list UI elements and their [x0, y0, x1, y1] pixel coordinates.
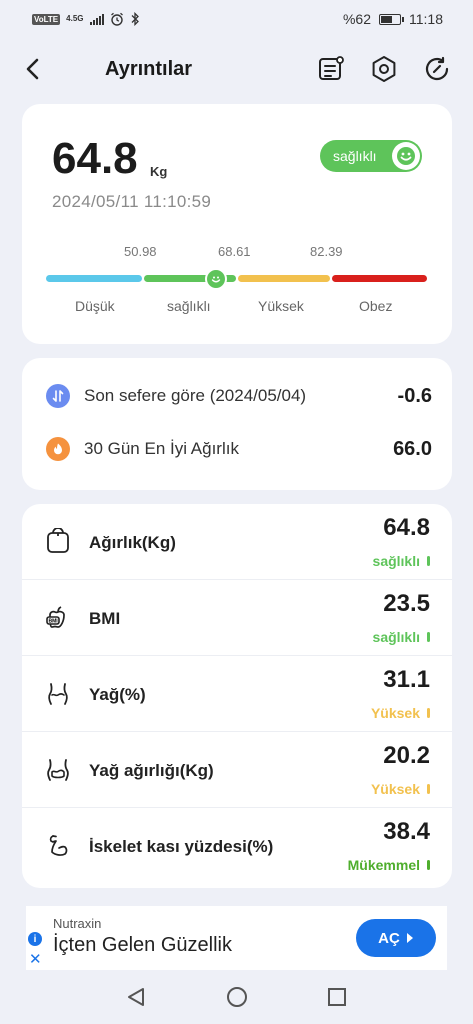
status-indicator [427, 708, 430, 718]
status-indicator [427, 860, 430, 870]
app-header: Ayrıntılar [0, 38, 473, 102]
bmi-icon: BMI [46, 606, 65, 628]
metric-label: İskelet kası yüzdesi(%) [89, 837, 274, 856]
metric-row-bmi[interactable]: BMI BMI 23.5 sağlıklı [22, 580, 452, 656]
metric-label: BMI [89, 609, 121, 628]
metric-label: Ağırlık(Kg) [89, 533, 176, 552]
nav-recents-button[interactable] [324, 984, 350, 1010]
body-fat-icon [48, 683, 68, 705]
metric-status: Yüksek [370, 705, 420, 721]
comparison-row-previous[interactable]: Son sefere göre (2024/05/04) -0.6 [46, 381, 432, 411]
system-navigation-bar [0, 970, 473, 1024]
status-bar-left: VoLTE 4.5G [32, 12, 140, 26]
ad-close-icon[interactable]: ✕ [29, 950, 42, 968]
metric-status: Yüksek [370, 781, 420, 797]
ad-title: İçten Gelen Güzellik [53, 934, 232, 956]
status-bar-right: %62 11:18 [343, 11, 443, 27]
settings-icon [372, 56, 396, 82]
metric-value: 31.1 [383, 666, 430, 693]
metric-row-fat-weight[interactable]: Yağ ağırlığı(Kg) 20.2 Yüksek [22, 732, 452, 808]
weight-scale [46, 275, 427, 282]
ad-open-button[interactable]: AÇ [356, 919, 436, 957]
network-type: 4.5G [66, 14, 84, 23]
battery-fill [381, 15, 393, 23]
comparison-row-best[interactable]: 30 Gün En İyi Ağırlık 66.0 [46, 434, 432, 464]
report-button[interactable] [316, 54, 346, 84]
metric-status: sağlıklı [372, 553, 420, 569]
measurement-timestamp: 2024/05/11 11:10:59 [52, 192, 212, 211]
smiley-icon [392, 142, 420, 170]
category-obese: Obez [359, 298, 393, 314]
ad-info-icon[interactable]: i [28, 932, 42, 946]
status-indicator [427, 632, 430, 642]
refresh-icon [425, 56, 449, 81]
report-icon [319, 56, 344, 80]
chevron-right-icon [406, 933, 413, 943]
comparison-card: Son sefere göre (2024/05/04) -0.6 30 Gün… [22, 358, 452, 490]
metric-row-weight[interactable]: Ağırlık(Kg) 64.8 sağlıklı [22, 504, 452, 580]
scale-segment-low [46, 275, 142, 282]
metric-label: Yağ ağırlığı(Kg) [89, 761, 214, 780]
ad-banner[interactable]: i ✕ Nutraxin İçten Gelen Güzellik AÇ [26, 906, 447, 970]
muscle-icon [49, 835, 68, 856]
ad-brand: Nutraxin [53, 916, 102, 931]
fat-weight-icon [47, 759, 69, 781]
metric-row-skeletal-muscle[interactable]: İskelet kası yüzdesi(%) 38.4 Mükemmel [22, 808, 452, 884]
weight-unit: Kg [150, 164, 168, 179]
page-title: Ayrıntılar [105, 58, 193, 80]
volte-indicator: VoLTE [32, 13, 61, 25]
category-high: Yüksek [258, 298, 304, 314]
battery-icon [379, 13, 404, 25]
metric-status: sağlıklı [372, 629, 420, 645]
bluetooth-icon [131, 12, 139, 26]
metric-value: 20.2 [383, 742, 430, 769]
refresh-button[interactable] [422, 54, 452, 84]
status-badge-label: sağlıklı [333, 148, 377, 164]
compare-icon [46, 384, 70, 408]
nav-recents-icon [328, 988, 346, 1006]
status-indicator [427, 784, 430, 794]
back-icon [26, 58, 39, 80]
scale-icon [47, 528, 69, 553]
status-bar: VoLTE 4.5G %62 11:18 [0, 0, 473, 38]
ad-open-label: AÇ [378, 929, 400, 947]
comparison-value: -0.6 [397, 384, 432, 407]
metric-value: 64.8 [383, 514, 430, 541]
weight-summary-card: 64.8 Kg 2024/05/11 11:10:59 sağlıklı 50.… [22, 104, 452, 344]
metric-row-body-fat[interactable]: Yağ(%) 31.1 Yüksek [22, 656, 452, 732]
threshold-low: 50.98 [124, 244, 157, 259]
category-low: Düşük [75, 298, 115, 314]
nav-home-button[interactable] [224, 984, 250, 1010]
status-badge: sağlıklı [320, 140, 422, 172]
settings-button[interactable] [369, 54, 399, 84]
scale-segment-obese [332, 275, 427, 282]
nav-back-icon [128, 988, 144, 1006]
clock: 11:18 [409, 11, 443, 27]
nav-home-icon [227, 987, 247, 1007]
category-healthy: sağlıklı [167, 298, 211, 314]
weight-marker [205, 268, 227, 290]
best-weight-label: 30 Gün En İyi Ağırlık [84, 439, 239, 458]
threshold-mid: 68.61 [218, 244, 251, 259]
metric-status: Mükemmel [347, 857, 420, 873]
status-indicator [427, 556, 430, 566]
marker-smiley-icon [211, 276, 221, 283]
metric-value: 38.4 [383, 818, 430, 845]
metric-value: 23.5 [383, 590, 430, 617]
battery-percent: %62 [342, 11, 371, 27]
metrics-card: Ağırlık(Kg) 64.8 sağlıklı BMI BMI 23.5 s… [22, 504, 452, 888]
signal-icon [89, 13, 104, 25]
alarm-icon [110, 12, 123, 26]
threshold-high: 82.39 [310, 244, 343, 259]
fire-icon [46, 437, 70, 461]
svg-text:BMI: BMI [49, 619, 59, 625]
metric-label: Yağ(%) [89, 685, 146, 704]
weight-value: 64.8 [52, 134, 138, 183]
comparison-label: Son sefere göre (2024/05/04) [84, 386, 307, 405]
scale-segment-high [238, 275, 330, 282]
back-button[interactable] [18, 54, 48, 84]
best-weight-value: 66.0 [393, 437, 432, 460]
nav-back-button[interactable] [123, 984, 149, 1010]
